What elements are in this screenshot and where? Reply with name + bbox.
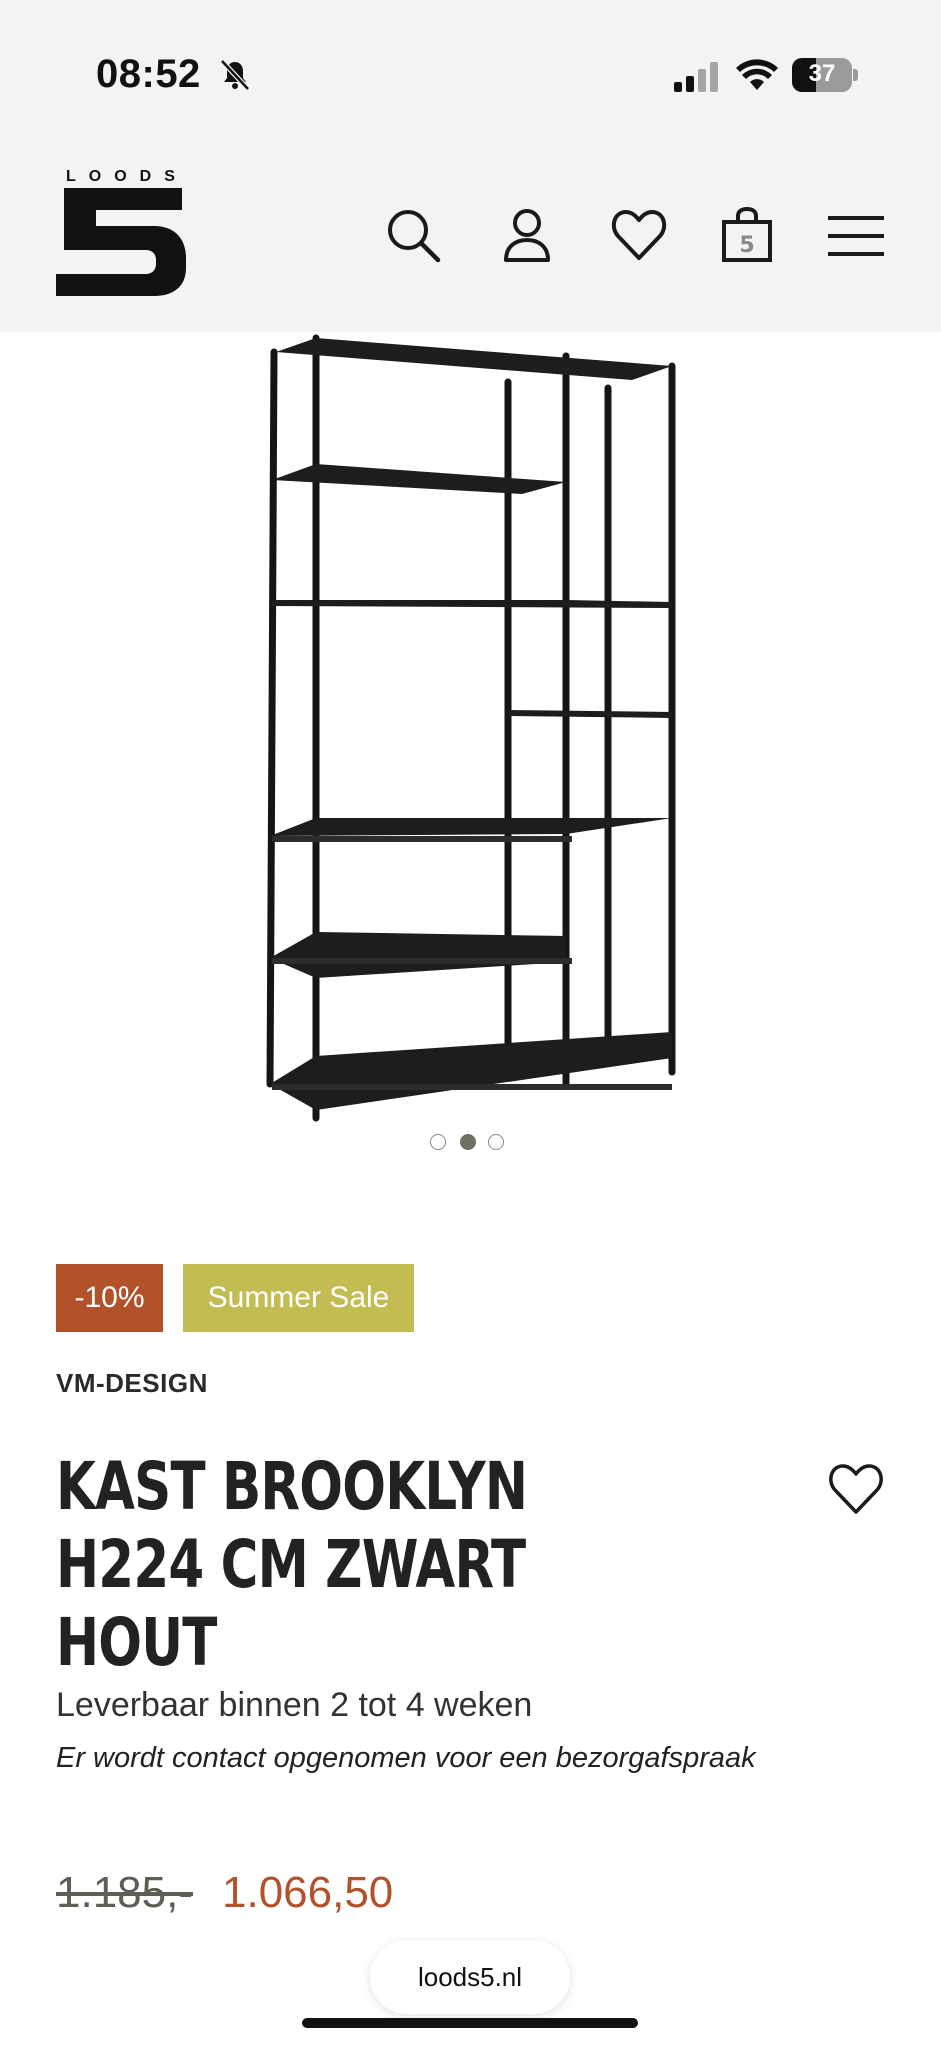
cart-icon[interactable]: 5 xyxy=(718,206,776,264)
site-header: LOODS 5 xyxy=(0,150,941,332)
menu-icon[interactable] xyxy=(826,206,886,264)
product-image xyxy=(266,334,676,1122)
delivery-note: Er wordt contact opgenomen voor een bezo… xyxy=(56,1742,756,1774)
add-to-wishlist-button[interactable] xyxy=(826,1460,886,1516)
browser-url-bar[interactable]: loods5.nl xyxy=(370,1940,570,2014)
discount-badge: -10% xyxy=(56,1264,163,1332)
status-bar: 08:52 37 xyxy=(0,0,941,150)
account-icon[interactable] xyxy=(498,206,556,264)
status-time: 08:52 xyxy=(96,52,201,96)
cart-badge: 5 xyxy=(739,233,754,258)
loods5-logo[interactable]: LOODS xyxy=(56,168,188,296)
product-brand[interactable]: VM-DESIGN xyxy=(56,1368,208,1399)
gallery-pagination xyxy=(430,1134,512,1150)
gallery-dot-2[interactable] xyxy=(460,1134,476,1150)
bell-off-icon xyxy=(218,58,252,92)
battery-level: 37 xyxy=(808,60,836,87)
home-indicator[interactable] xyxy=(302,2018,638,2028)
wifi-icon xyxy=(736,58,778,92)
gallery-dot-1[interactable] xyxy=(430,1134,446,1150)
logo-five-mark xyxy=(56,188,186,296)
price-current: 1.066,50 xyxy=(222,1868,394,1917)
product-gallery[interactable] xyxy=(0,332,941,1162)
logo-wordmark: LOODS xyxy=(66,168,188,185)
wishlist-icon[interactable] xyxy=(610,206,668,264)
sale-badge: Summer Sale xyxy=(183,1264,414,1332)
cellular-signal-icon xyxy=(674,62,720,92)
gallery-dot-3[interactable] xyxy=(488,1134,504,1150)
battery-icon: 37 xyxy=(792,58,858,92)
search-icon[interactable] xyxy=(384,206,442,264)
delivery-time: Leverbaar binnen 2 tot 4 weken xyxy=(56,1686,533,1724)
product-title: KAST BROOKLYN H224 CM ZWART HOUT xyxy=(56,1448,528,1681)
heart-icon xyxy=(829,1464,883,1514)
price-original: 1.185,- xyxy=(56,1868,193,1917)
